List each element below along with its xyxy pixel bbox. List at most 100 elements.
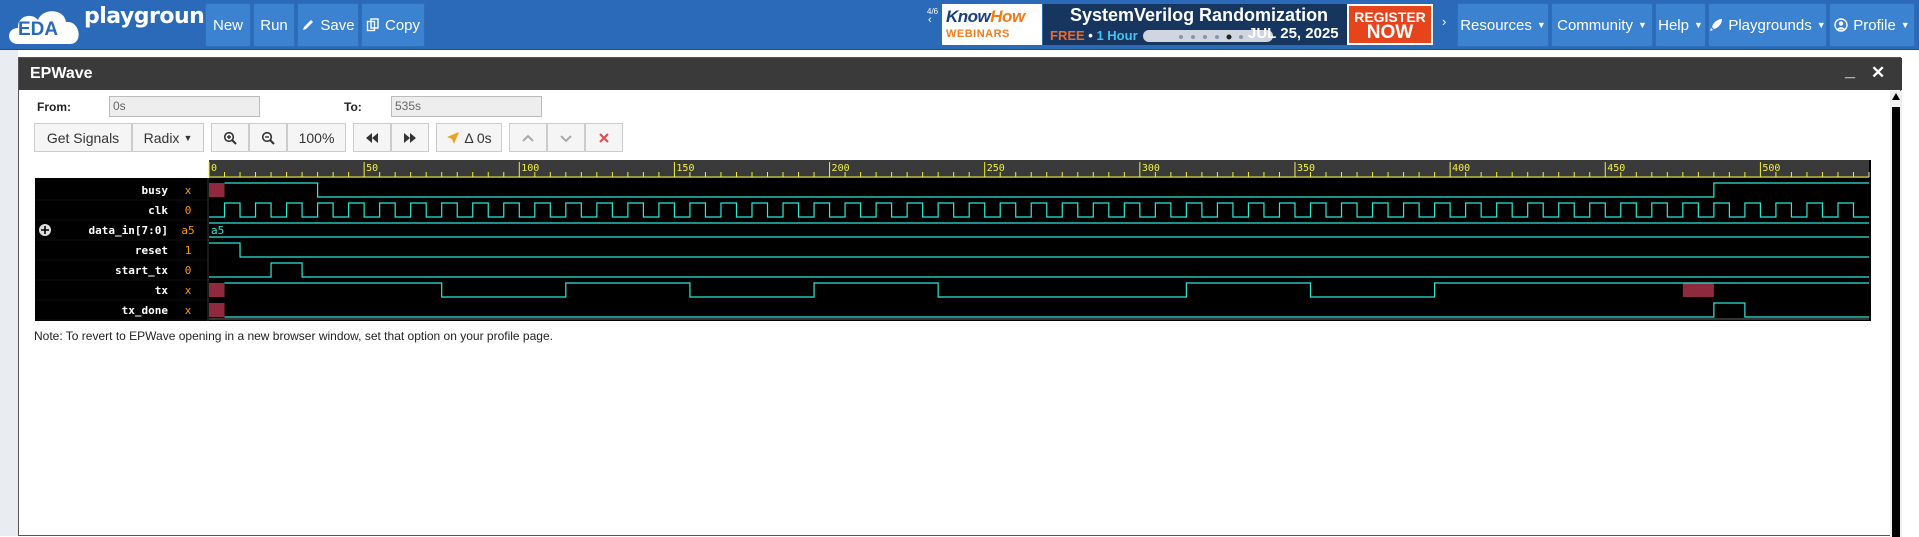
signal-value-datain70: a5 [181,224,194,237]
promo-title: SystemVerilog Randomization [1070,5,1329,25]
ruler-tick-label: 500 [1762,163,1780,174]
promo-counter: 4/6 [927,7,939,16]
scrollbar-thumb[interactable] [1892,107,1900,537]
save-button-label: Save [320,16,355,34]
tx-wave-unknown [209,283,225,297]
caret-down-icon: ▼ [1900,20,1910,30]
expand-bus-icon[interactable] [39,224,51,236]
run-button[interactable]: Run [253,3,295,47]
copy-button-label: Copy [384,16,421,34]
community-menu[interactable]: Community ▼ [1551,3,1653,47]
scroll-up-icon[interactable] [1892,93,1900,100]
copy-button[interactable]: Copy [361,3,425,47]
data-in-bus-value: a5 [211,224,224,237]
jump-start-button[interactable] [353,123,391,152]
forward-icon [404,132,416,143]
zoom-out-button[interactable] [249,123,287,152]
help-label: Help [1658,16,1689,34]
close-icon[interactable]: ✕ [1871,63,1885,83]
zoom-in-icon [223,131,237,145]
epwave-titlebar: EPWave _ ✕ [19,58,1902,90]
signal-value-starttx: 0 [185,264,192,277]
knowhow-b: How [990,7,1025,26]
ruler-tick-label: 400 [1452,163,1470,174]
epwave-title: EPWave [30,65,93,82]
caret-down-icon: ▼ [1536,20,1546,30]
signal-name-datain70[interactable]: data_in[7:0] [89,224,168,237]
signal-name-reset[interactable]: reset [135,244,168,257]
caret-down-icon: ▼ [1637,20,1647,30]
resources-menu[interactable]: Resources ▼ [1457,3,1549,47]
help-menu[interactable]: Help ▼ [1655,3,1706,47]
register-bottom: NOW [1366,22,1414,43]
signal-name-starttx[interactable]: start_tx [115,264,168,277]
location-arrow-icon [447,131,460,144]
ruler-tick-label: 250 [987,163,1005,174]
signal-name-busy[interactable]: busy [142,184,169,197]
background-page-edge [0,50,18,536]
radix-label: Radix [143,129,180,146]
new-button-label: New [212,16,243,34]
promo-free-text: FREE [1050,28,1085,43]
ruler-tick-label: 150 [676,163,694,174]
logo-playground-text: playground [84,4,220,29]
next-edge-button[interactable] [547,123,585,152]
resources-label: Resources [1460,16,1532,34]
zoom-out-icon [261,131,275,145]
vertical-scrollbar[interactable] [1890,91,1902,537]
ruler-tick-label: 100 [521,163,539,174]
knowhow-a: Know [946,7,991,26]
get-signals-button[interactable]: Get Signals [34,123,132,152]
promo-banner[interactable]: SystemVerilog Randomization FREE • 1 Hou… [1043,4,1347,45]
signal-value-reset: 1 [185,244,192,257]
signal-name-txdone[interactable]: tx_done [122,304,169,317]
register-now-button[interactable]: REGISTER NOW [1347,4,1433,45]
waveform-viewer[interactable]: 0 50 100 150 200 250 300 350 400 450 500 busy x clk 0 d… [35,160,1871,321]
radix-dropdown[interactable]: Radix ▼ [132,123,204,152]
ruler-tick-label: 450 [1607,163,1625,174]
profile-menu[interactable]: Profile ▼ [1829,3,1915,47]
signal-name-clk[interactable]: clk [148,204,168,217]
signal-value-clk: 0 [185,204,192,217]
promo-duration: 1 Hour [1096,28,1138,43]
prev-edge-button[interactable] [509,123,547,152]
playgrounds-menu[interactable]: Playgrounds ▼ [1708,3,1827,47]
playgrounds-label: Playgrounds [1728,16,1812,34]
profile-note: Note: To revert to EPWave opening in a n… [34,329,553,343]
ruler-corner [35,160,209,178]
profile-label: Profile [1853,16,1896,34]
tx-wave-unknown [1682,283,1714,297]
delta-time-label: Δ 0s [464,129,492,146]
webinars-label: WEBINARS [946,28,1010,40]
pencil-icon [303,20,314,30]
busy-wave-unknown [209,183,225,197]
zoom-in-button[interactable] [211,123,249,152]
to-input[interactable]: 535s [391,96,542,117]
jump-end-button[interactable] [391,123,429,152]
ruler-tick-label: 350 [1297,163,1315,174]
eda-playground-logo[interactable]: EDA playground [4,2,220,48]
delta-time-button[interactable]: Δ 0s [436,123,502,152]
save-button[interactable]: Save [297,3,359,47]
get-signals-label: Get Signals [46,129,120,146]
promo-next-icon[interactable]: › [1442,14,1446,29]
zoom-level-button[interactable]: 100% [287,123,346,152]
from-input[interactable]: 0s [109,96,260,117]
logo-eda-text: EDA [18,19,59,40]
zoom-level-label: 100% [298,129,335,146]
signal-name-tx[interactable]: tx [155,284,169,297]
copy-icon [366,18,379,32]
minimize-icon[interactable]: _ [1845,60,1855,81]
top-navbar: EDA playground New Run Save Copy ‹ 4/6 K… [0,0,1919,50]
signal-value-txdone: x [185,304,192,317]
remove-signal-button[interactable] [585,123,623,152]
caret-down-icon: ▼ [183,132,193,143]
caret-down-icon: ▼ [1693,20,1703,30]
chevron-up-icon [522,134,534,142]
promo-free: FREE • 1 Hour [1050,28,1138,43]
new-button[interactable]: New [205,3,251,47]
signal-value-tx: x [185,284,192,297]
caret-down-icon: ▼ [1816,20,1826,30]
knowhow-logo[interactable]: KnowHow WEBINARS [942,4,1042,45]
tx-done-wave-unknown [209,303,225,317]
